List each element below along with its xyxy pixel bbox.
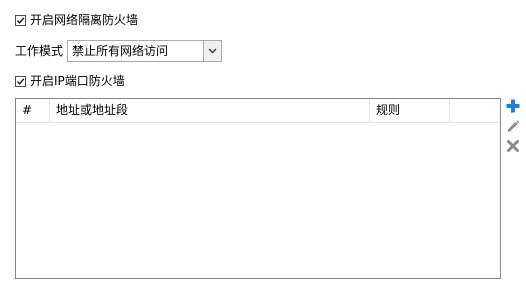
dropdown-button[interactable] — [203, 41, 221, 61]
delete-rule-button[interactable] — [505, 138, 521, 154]
column-header-index[interactable]: # — [16, 99, 50, 122]
add-rule-button[interactable] — [505, 98, 521, 114]
rules-table-header: # 地址或地址段 规则 — [16, 99, 500, 123]
work-mode-label: 工作模式 — [15, 44, 64, 58]
work-mode-select[interactable]: 禁止所有网络访问 — [67, 40, 222, 62]
checkmark-icon — [16, 77, 25, 85]
isolation-firewall-checkbox-row[interactable]: 开启网络隔离防火墙 — [15, 12, 138, 28]
column-header-address[interactable]: 地址或地址段 — [50, 99, 370, 122]
checkmark-icon — [16, 16, 25, 24]
chevron-down-icon — [208, 48, 217, 54]
ip-port-firewall-checkbox-row[interactable]: 开启IP端口防火墙 — [15, 73, 125, 89]
work-mode-selected-value: 禁止所有网络访问 — [72, 44, 169, 58]
ip-port-firewall-checkbox[interactable] — [15, 75, 26, 87]
plus-icon — [506, 99, 520, 113]
pencil-icon — [507, 120, 520, 132]
isolation-firewall-label: 开启网络隔离防火墙 — [30, 13, 139, 27]
column-header-rule[interactable]: 规则 — [370, 99, 450, 122]
isolation-firewall-checkbox[interactable] — [15, 14, 26, 26]
x-icon — [507, 140, 519, 152]
rules-table[interactable]: # 地址或地址段 规则 — [15, 98, 501, 279]
edit-rule-button[interactable] — [505, 118, 521, 134]
ip-port-firewall-label: 开启IP端口防火墙 — [30, 74, 125, 88]
